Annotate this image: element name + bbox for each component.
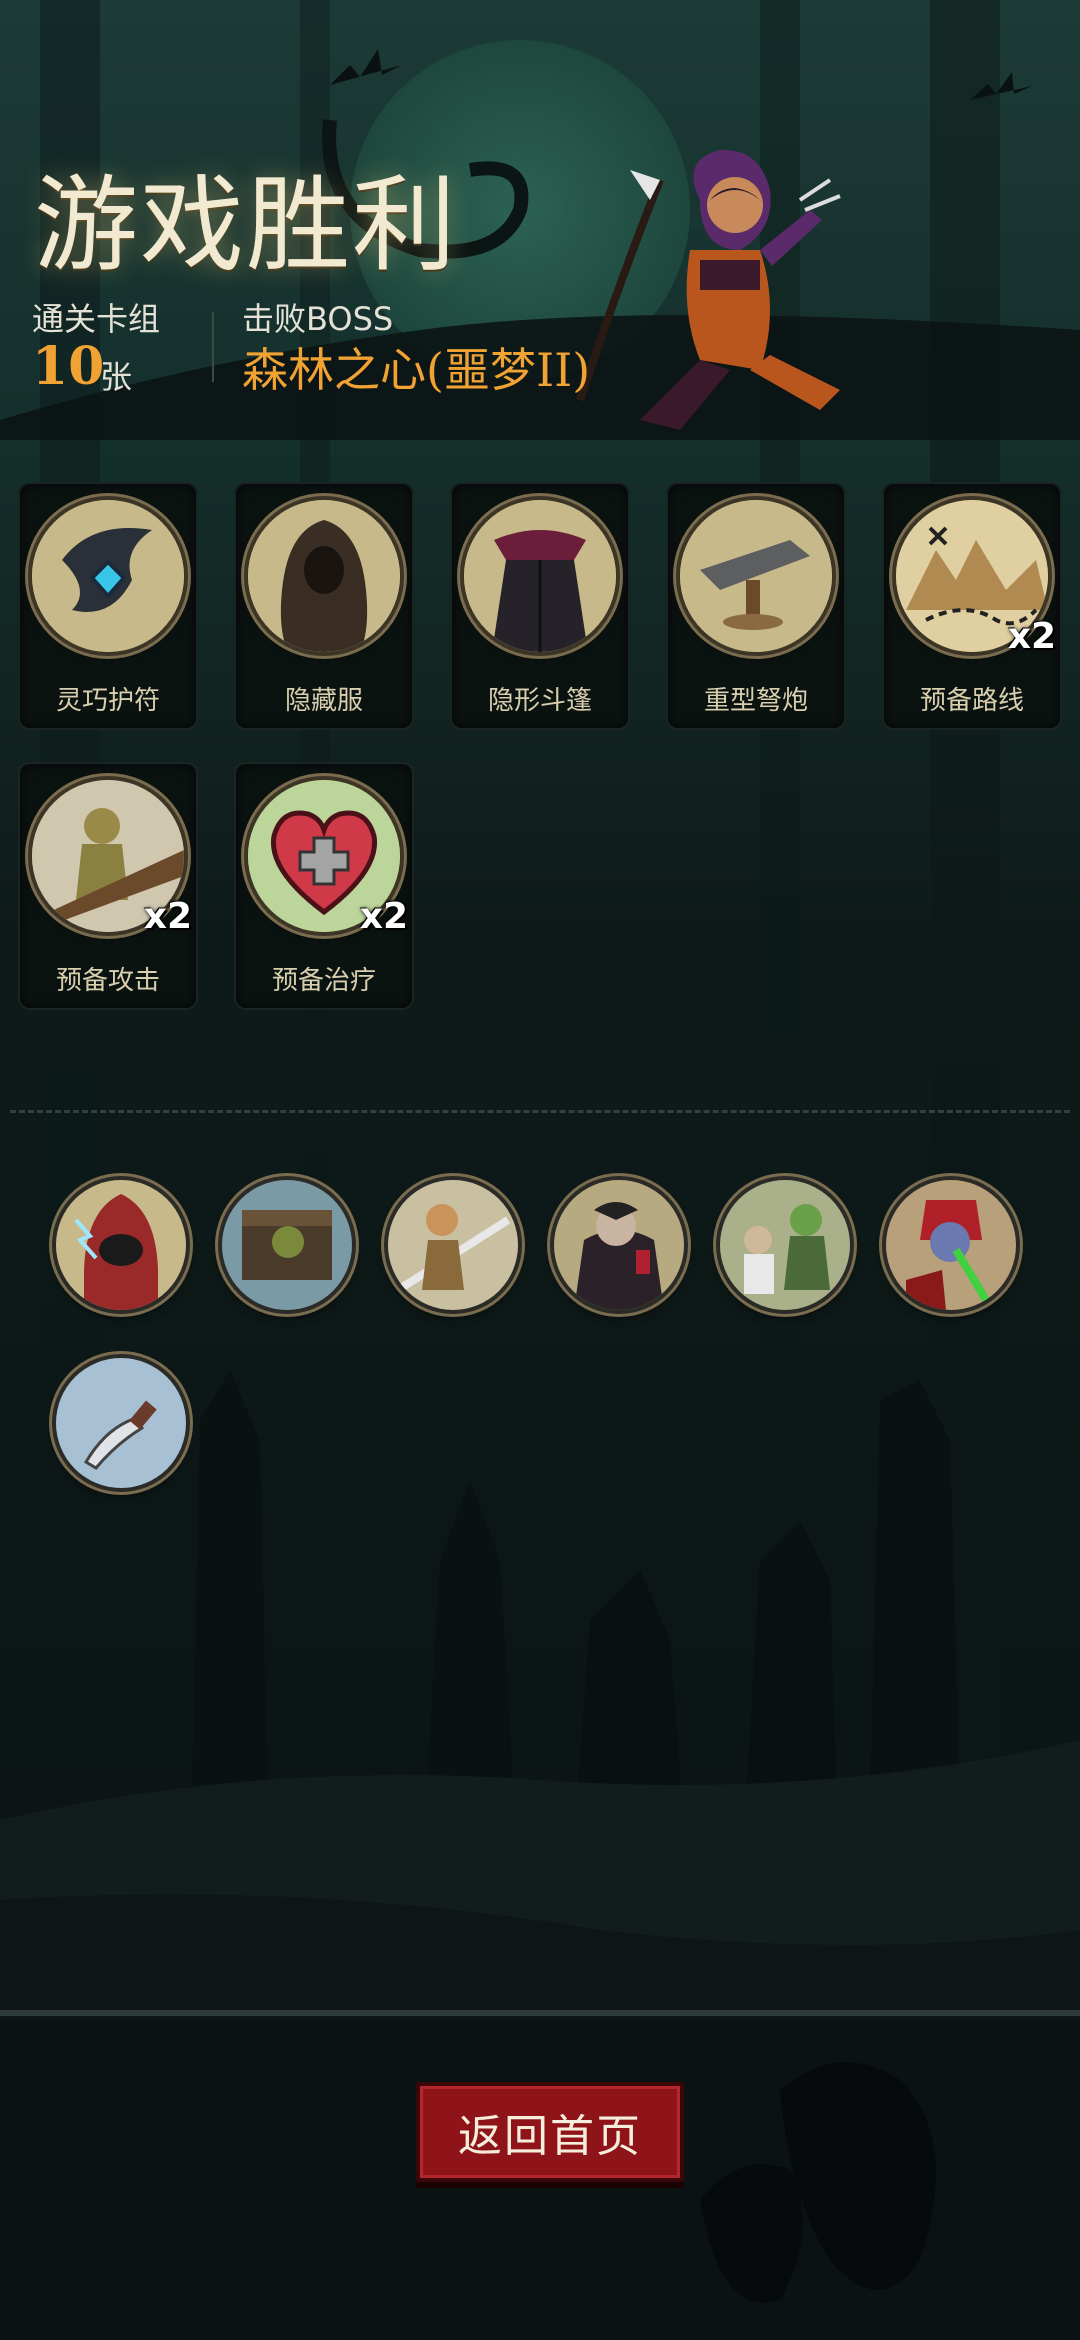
return-home-button[interactable]: 返回首页 <box>416 2082 684 2182</box>
reward-card-label: 灵巧护符 <box>55 686 160 716</box>
reward-card-invisible-cape[interactable]: 隐形斗篷 <box>452 484 628 728</box>
cleared-deck-label: 通关卡组 <box>32 300 161 338</box>
archer-character-illustration <box>576 149 841 430</box>
relic-red-hood-mage[interactable] <box>56 1180 186 1310</box>
demon-guitar-icon <box>886 1180 1016 1310</box>
relic-demon-guitar[interactable] <box>886 1180 1016 1310</box>
reward-card-dexterity-amulet[interactable]: 灵巧护符 <box>20 484 196 728</box>
swordsman-icon <box>388 1180 518 1310</box>
reward-card-hidden-suit[interactable]: 隐藏服 <box>236 484 412 728</box>
ballista-icon <box>680 500 832 652</box>
reward-card-label: 预备攻击 <box>55 966 160 996</box>
defeated-boss-name: 森林之心(噩梦II) <box>242 343 591 397</box>
treasure-chest-goblin-icon <box>222 1180 352 1310</box>
quantity-badge: x2 <box>1007 616 1056 657</box>
relic-swordsman[interactable] <box>388 1180 518 1310</box>
reward-card-label: 隐藏服 <box>284 686 363 716</box>
red-hood-mage-icon <box>56 1180 186 1310</box>
reward-card-heavy-ballista[interactable]: 重型弩炮 <box>668 484 844 728</box>
victory-title: 游戏胜利 <box>34 164 459 286</box>
cleared-deck-count: 10 <box>32 336 105 397</box>
relic-knife[interactable] <box>56 1358 186 1488</box>
vampire-icon <box>554 1180 684 1310</box>
reward-card-backup-attack[interactable]: x2 预备攻击 <box>20 764 196 1008</box>
cleared-deck-unit: 张 <box>100 358 133 396</box>
winged-amulet-icon <box>32 500 184 652</box>
stat-divider <box>212 312 214 382</box>
quantity-badge: x2 <box>143 896 192 937</box>
reward-card-label: 预备路线 <box>919 686 1024 716</box>
ground-edge <box>0 2010 1080 2016</box>
cape-icon <box>464 500 616 652</box>
reward-card-backup-route[interactable]: x2 预备路线 <box>884 484 1060 728</box>
reward-card-label: 隐形斗篷 <box>487 686 592 716</box>
relic-chest-goblin[interactable] <box>222 1180 352 1310</box>
hooded-cloak-icon <box>248 500 400 652</box>
relic-zombie[interactable] <box>720 1180 850 1310</box>
reward-card-label: 预备治疗 <box>271 966 376 996</box>
quantity-badge: x2 <box>359 896 408 937</box>
relic-vampire[interactable] <box>554 1180 684 1310</box>
reward-card-label: 重型弩炮 <box>703 686 808 716</box>
zombie-icon <box>720 1180 850 1310</box>
section-divider <box>10 1110 1070 1113</box>
reward-card-backup-heal[interactable]: x2 预备治疗 <box>236 764 412 1008</box>
knife-icon <box>56 1358 186 1488</box>
